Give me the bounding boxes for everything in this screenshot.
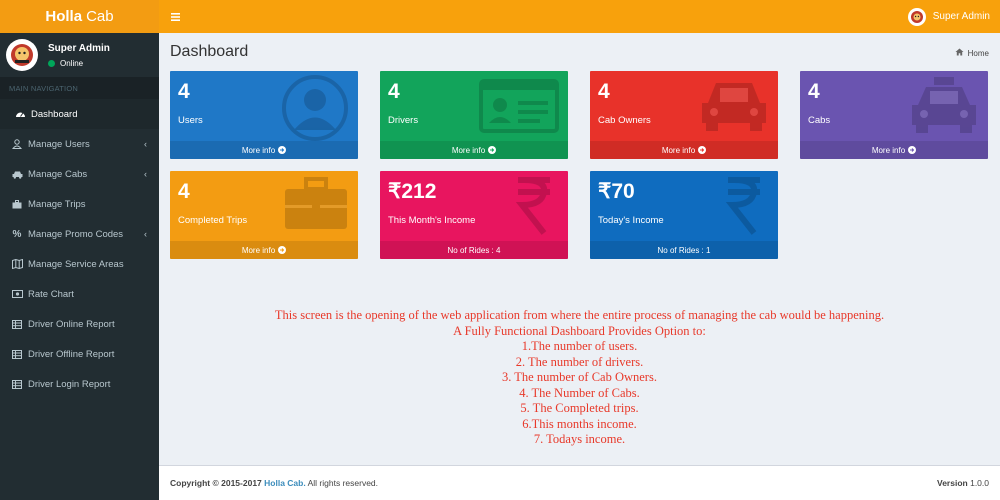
sidebar-item-manage-trips[interactable]: Manage Trips: [0, 189, 159, 219]
top-navbar: Super Admin: [159, 0, 1000, 33]
user-panel: Super Admin Online: [0, 33, 159, 77]
dashboard-icon: [14, 109, 26, 119]
avatar: [6, 39, 38, 71]
car-large-icon: [698, 75, 770, 140]
user-menu[interactable]: Super Admin: [907, 7, 990, 26]
page-footer: Copyright © 2015-2017 Holla Cab. All rig…: [159, 465, 1000, 500]
sidebar-item-driver-login-report[interactable]: Driver Login Report: [0, 369, 159, 399]
sidebar-item-manage-cabs[interactable]: Manage Cabs ‹: [0, 159, 159, 189]
sidebar-item-manage-promo-codes[interactable]: % Manage Promo Codes ‹: [0, 219, 159, 249]
sidebar-item-manage-users[interactable]: Manage Users ‹: [0, 129, 159, 159]
user-menu-name: Super Admin: [932, 11, 990, 22]
table-icon: [11, 319, 23, 329]
arrow-circle-right-icon: [278, 246, 287, 254]
completed-trips-more-info-link[interactable]: More info: [170, 241, 358, 259]
car-icon: [11, 170, 23, 179]
page-title: Dashboard: [170, 43, 249, 60]
sidebar-user-name: Super Admin: [48, 42, 110, 54]
table-icon: [11, 379, 23, 389]
drivers-stat-box: 4 Drivers More info: [380, 71, 568, 159]
main-content: Dashboard Home 4 Users More info 4 Drive…: [159, 33, 1000, 465]
brand-link[interactable]: Holla Cab.: [264, 478, 306, 488]
version-info: Version 1.0.0: [937, 478, 989, 488]
month-rides-count: No of Rides : 4: [380, 241, 568, 259]
cabs-more-info-link[interactable]: More info: [800, 141, 988, 159]
today-income-label: Today's Income: [598, 215, 664, 226]
users-large-icon: [280, 75, 350, 146]
home-icon: [955, 48, 964, 58]
id-card-icon: [478, 75, 560, 140]
cabs-stat-box: 4 Cabs More info: [800, 71, 988, 159]
logo-bold: Holla: [45, 8, 83, 25]
rupee-icon: [724, 175, 764, 242]
cab-owners-label: Cab Owners: [598, 115, 651, 126]
drivers-more-info-link[interactable]: More info: [380, 141, 568, 159]
online-dot-icon: [48, 59, 55, 67]
completed-trips-label: Completed Trips: [178, 215, 248, 226]
month-income-stat-box: ₹212 This Month's Income No of Rides : 4: [380, 171, 568, 259]
breadcrumb[interactable]: Home: [955, 48, 989, 58]
dashboard-description: This screen is the opening of the web ap…: [274, 308, 885, 446]
drivers-label: Drivers: [388, 115, 419, 126]
map-icon: [11, 259, 23, 269]
cab-owners-stat-box: 4 Cab Owners More info: [590, 71, 778, 159]
sidebar-item-manage-service-areas[interactable]: Manage Service Areas: [0, 249, 159, 279]
money-icon: [11, 290, 23, 298]
logo-rest: Cab: [86, 8, 114, 25]
user-avatar-small: [907, 7, 926, 26]
nav-header: MAIN NAVIGATION: [0, 77, 159, 99]
arrow-circle-right-icon: [488, 146, 497, 154]
sidebar-item-rate-chart[interactable]: Rate Chart: [0, 279, 159, 309]
arrow-circle-right-icon: [698, 146, 707, 154]
sidebar: Super Admin Online MAIN NAVIGATION Dashb…: [0, 33, 159, 500]
cabs-label: Cabs: [808, 115, 831, 126]
user-icon: [11, 139, 23, 149]
taxi-icon: [908, 75, 980, 142]
users-stat-box: 4 Users More info: [170, 71, 358, 159]
sidebar-item-dashboard[interactable]: Dashboard: [0, 99, 159, 129]
status-badge: Online: [48, 59, 110, 68]
briefcase-icon: [11, 199, 23, 209]
cab-owners-more-info-link[interactable]: More info: [590, 141, 778, 159]
copyright: Copyright © 2015-2017 Holla Cab. All rig…: [170, 478, 379, 488]
users-label: Users: [178, 115, 203, 126]
today-income-stat-box: ₹70 Today's Income No of Rides : 1: [590, 171, 778, 259]
briefcase-large-icon: [282, 175, 350, 238]
arrow-circle-right-icon: [908, 146, 917, 154]
table-icon: [11, 349, 23, 359]
rupee-icon: [514, 175, 554, 242]
chevron-left-icon: ‹: [144, 229, 147, 239]
chevron-left-icon: ‹: [144, 139, 147, 149]
chevron-left-icon: ‹: [144, 169, 147, 179]
sidebar-item-driver-online-report[interactable]: Driver Online Report: [0, 309, 159, 339]
percent-icon: %: [12, 228, 22, 240]
today-rides-count: No of Rides : 1: [590, 241, 778, 259]
completed-trips-stat-box: 4 Completed Trips More info: [170, 171, 358, 259]
arrow-circle-right-icon: [278, 146, 287, 154]
month-income-label: This Month's Income: [388, 215, 476, 226]
menu-toggle-icon[interactable]: [169, 7, 182, 26]
logo[interactable]: Holla Cab: [0, 0, 159, 33]
sidebar-item-driver-offline-report[interactable]: Driver Offline Report: [0, 339, 159, 369]
